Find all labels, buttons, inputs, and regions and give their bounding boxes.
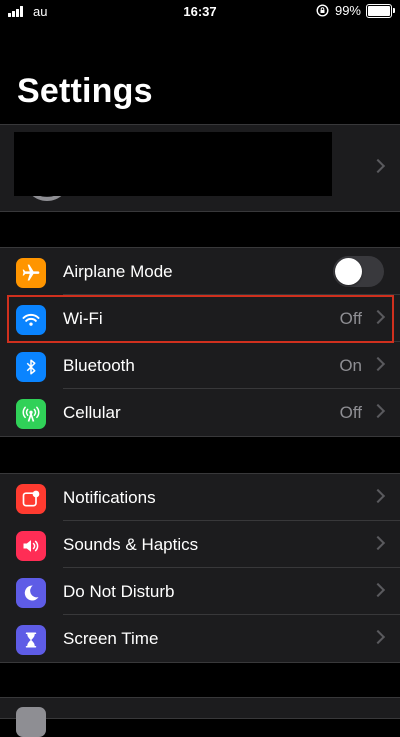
chevron-right-icon — [370, 309, 386, 325]
airplane-mode-label: Airplane Mode — [63, 262, 173, 281]
notifications-row[interactable]: Notifications — [0, 474, 400, 521]
sounds-haptics-label: Sounds & Haptics — [63, 535, 199, 554]
wifi-row[interactable]: Wi-Fi Off — [0, 295, 400, 342]
cellular-row[interactable]: Cellular Off — [0, 389, 400, 436]
chevron-right-icon — [370, 403, 386, 419]
chevron-right-icon — [370, 356, 386, 372]
chevron-right-icon — [370, 582, 386, 598]
notifications-label: Notifications — [63, 488, 156, 507]
bluetooth-icon — [16, 352, 46, 382]
moon-icon — [16, 578, 46, 608]
do-not-disturb-row[interactable]: Do Not Disturb — [0, 568, 400, 615]
status-right: 99% — [316, 3, 395, 18]
sounds-haptics-row[interactable]: Sounds & Haptics — [0, 521, 400, 568]
bluetooth-label: Bluetooth — [63, 356, 135, 375]
screen-time-row[interactable]: Screen Time — [0, 615, 400, 662]
do-not-disturb-label: Do Not Disturb — [63, 582, 175, 601]
status-bar: au 16:37 99% — [0, 0, 400, 24]
screen-time-label: Screen Time — [63, 629, 159, 648]
hourglass-icon — [16, 625, 46, 655]
chevron-right-icon — [370, 158, 386, 174]
bluetooth-row[interactable]: Bluetooth On — [0, 342, 400, 389]
airplane-icon — [16, 258, 46, 288]
notifications-group: Notifications Sounds & Haptics Do Not Di… — [0, 473, 400, 663]
wifi-icon — [16, 305, 46, 335]
cellular-status: Off — [339, 403, 362, 422]
airplane-mode-toggle[interactable] — [333, 256, 384, 287]
wifi-label: Wi-Fi — [63, 309, 103, 328]
chevron-right-icon — [370, 535, 386, 551]
wifi-status: Off — [339, 309, 362, 328]
bluetooth-status: On — [339, 356, 362, 375]
chevron-right-icon — [370, 629, 386, 645]
page-title: Settings — [17, 72, 153, 110]
connectivity-group: Airplane Mode Wi-Fi Off Bluetooth On Cel… — [0, 247, 400, 437]
cellular-icon — [16, 399, 46, 429]
orientation-lock-icon — [316, 4, 329, 17]
cellular-label: Cellular — [63, 403, 121, 422]
gear-icon — [16, 707, 46, 737]
speaker-icon — [16, 531, 46, 561]
battery-percentage: 99% — [334, 3, 361, 18]
redacted-profile-info — [14, 132, 332, 196]
general-group-partial — [0, 697, 400, 737]
battery-icon — [366, 3, 395, 18]
chevron-right-icon — [370, 488, 386, 504]
apple-id-profile-row[interactable] — [0, 124, 400, 212]
notifications-icon — [16, 484, 46, 514]
airplane-mode-row: Airplane Mode — [0, 248, 400, 295]
